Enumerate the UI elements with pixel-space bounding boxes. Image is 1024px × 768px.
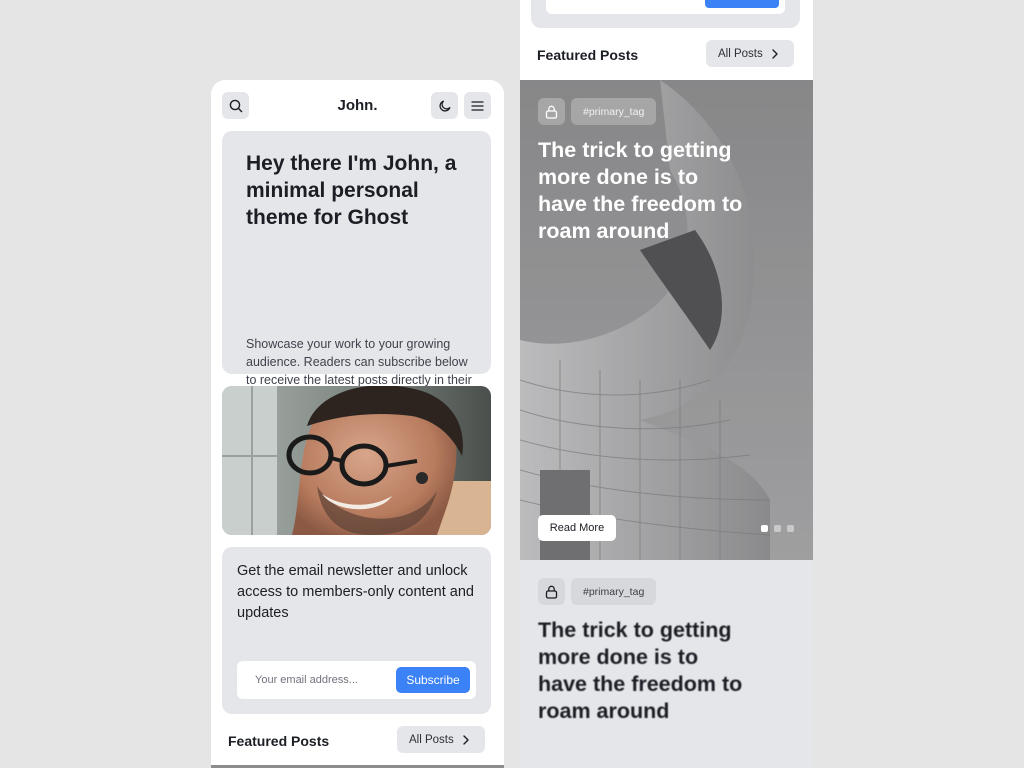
- featured-post-title[interactable]: The trick to getting more done is to hav…: [538, 617, 753, 725]
- primary-tag[interactable]: #primary_tag: [571, 98, 657, 125]
- all-posts-label: All Posts: [409, 733, 454, 746]
- all-posts-label: All Posts: [718, 47, 763, 60]
- left-phone-screen: John. Hey there I'm John, a minimal pers…: [211, 80, 504, 768]
- hero-title: Hey there I'm John, a minimal personal t…: [246, 152, 457, 229]
- subscribe-button[interactable]: Subscribe: [396, 667, 470, 693]
- featured-post-slide[interactable]: #primary_tag The trick to getting more d…: [520, 80, 813, 560]
- featured-posts-header: Featured Posts All Posts: [537, 40, 794, 68]
- primary-tag[interactable]: #primary_tag: [571, 578, 657, 605]
- slider-dot-1[interactable]: [761, 525, 768, 532]
- lock-icon: [545, 585, 558, 599]
- menu-button[interactable]: [464, 92, 491, 119]
- chevron-right-icon: [772, 48, 778, 59]
- featured-post-title[interactable]: The trick to getting more done is to hav…: [538, 137, 753, 245]
- all-posts-button[interactable]: All Posts: [397, 726, 485, 753]
- subscribe-form: Subscribe: [237, 661, 476, 699]
- read-more-button[interactable]: Read More: [538, 515, 616, 541]
- email-input[interactable]: [245, 669, 385, 691]
- featured-posts-title: Featured Posts: [228, 733, 330, 749]
- subscribe-form-partial: [546, 0, 785, 14]
- all-posts-button[interactable]: All Posts: [706, 40, 794, 67]
- newsletter-card-partial: [531, 0, 800, 28]
- right-phone-screen: Featured Posts All Posts #primary_tag Th…: [520, 0, 813, 768]
- hero-card: Hey there I'm John, a minimal personal t…: [222, 131, 491, 405]
- members-lock-badge: [538, 98, 565, 125]
- header: John.: [211, 80, 504, 130]
- featured-post-slide-plain[interactable]: #primary_tag The trick to getting more d…: [520, 560, 813, 768]
- author-photo: [222, 386, 491, 535]
- featured-posts-title: Featured Posts: [537, 47, 639, 63]
- newsletter-card: Get the email newsletter and unlock acce…: [222, 547, 491, 714]
- subscribe-button-partial[interactable]: [705, 0, 779, 8]
- slider-dot-3[interactable]: [787, 525, 794, 532]
- featured-posts-header: Featured Posts All Posts: [228, 726, 485, 754]
- menu-icon: [471, 100, 484, 111]
- site-logo[interactable]: John.: [211, 97, 504, 114]
- newsletter-text: Get the email newsletter and unlock acce…: [237, 563, 474, 621]
- slider-dot-2[interactable]: [774, 525, 781, 532]
- members-lock-badge: [538, 578, 565, 605]
- theme-toggle-button[interactable]: [431, 92, 458, 119]
- lock-icon: [545, 105, 558, 119]
- chevron-right-icon: [463, 734, 469, 745]
- moon-icon: [438, 100, 450, 112]
- slider-pagination: [761, 525, 794, 532]
